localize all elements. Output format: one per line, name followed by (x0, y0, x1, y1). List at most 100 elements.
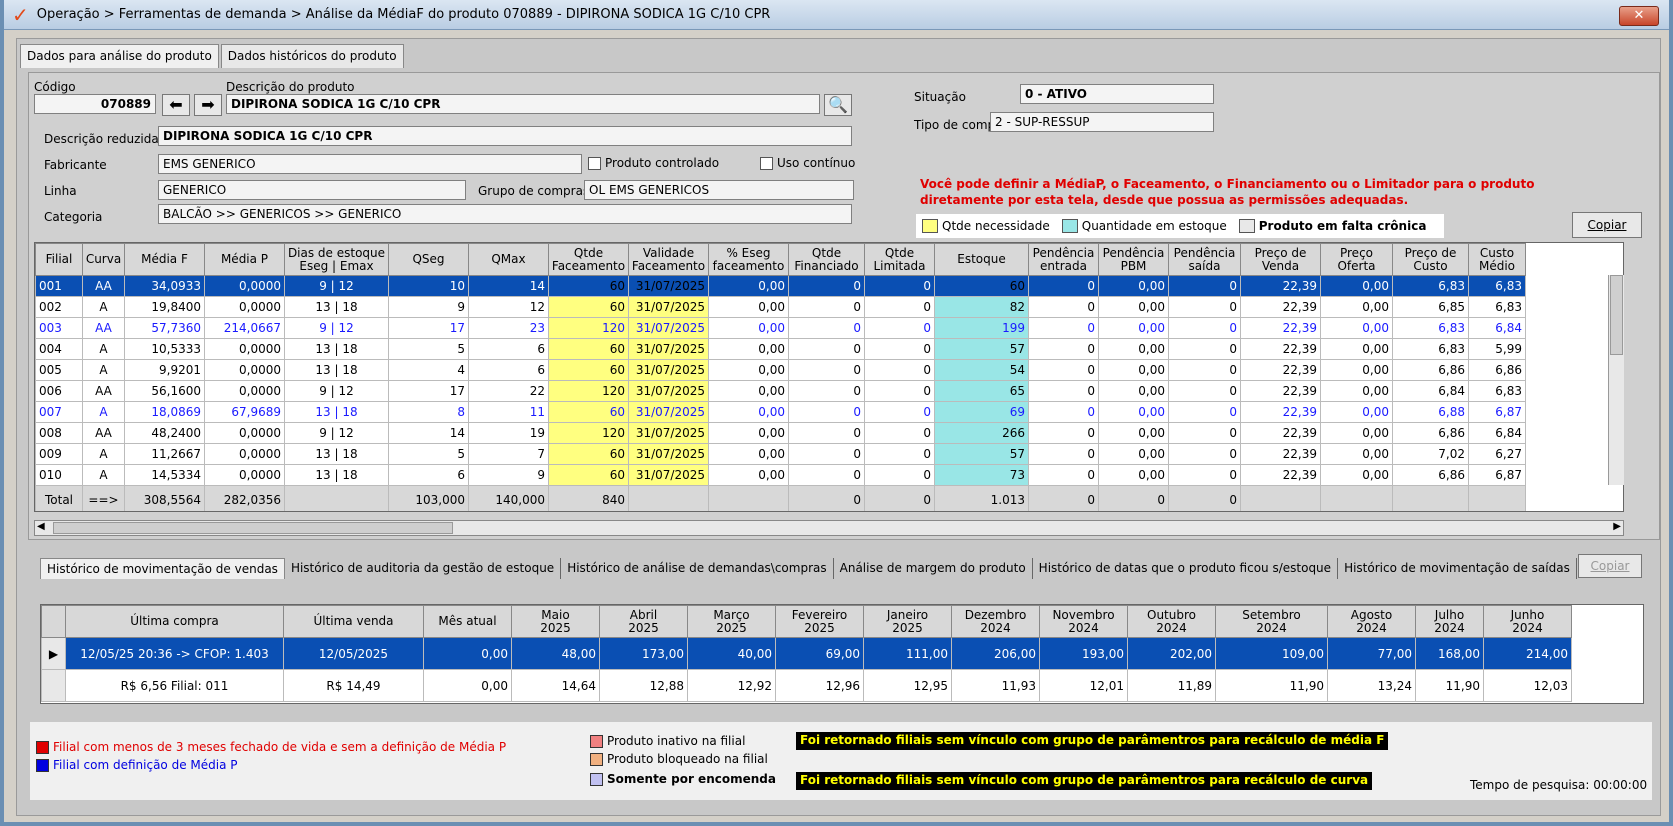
column-header[interactable]: Preço de Venda (1240, 243, 1321, 276)
table-cell[interactable]: 60 (548, 338, 629, 360)
column-header[interactable]: Preço Oferta (1320, 243, 1393, 276)
history-tab[interactable]: Histórico de movimentação de saídas (1338, 558, 1577, 579)
table-cell[interactable]: 22,39 (1240, 401, 1321, 423)
history-cell[interactable]: 12,03 (1483, 669, 1572, 702)
table-cell[interactable]: 6,86 (1468, 359, 1526, 381)
column-header[interactable]: Curva (82, 243, 125, 276)
table-cell[interactable]: 6,83 (1392, 317, 1469, 339)
table-cell[interactable]: 0,00 (708, 380, 789, 402)
search-product-button[interactable]: 🔍 (824, 94, 852, 116)
table-row[interactable]: 004 A 10,5333 0,0000 13 | 18 5 6 60 31/07/2025 0,… (35, 338, 1526, 360)
column-header[interactable]: Qtde Limitada (864, 243, 935, 276)
history-cell[interactable]: 77,00 (1327, 637, 1416, 670)
table-cell[interactable]: 0 (864, 296, 935, 318)
history-cell[interactable]: R$ 6,56 Filial: 011 (65, 669, 284, 702)
history-cell[interactable]: 173,00 (599, 637, 688, 670)
table-cell[interactable]: 31/07/2025 (628, 380, 709, 402)
table-cell[interactable]: A (82, 464, 125, 486)
table-cell[interactable]: 010 (35, 464, 83, 486)
column-header[interactable]: Fevereiro 2025 (775, 605, 864, 638)
table-cell[interactable]: 0 (788, 443, 865, 465)
table-cell[interactable]: 0,00 (1320, 422, 1393, 444)
table-cell[interactable]: 0,00 (1098, 317, 1169, 339)
table-cell[interactable]: 60 (548, 401, 629, 423)
table-cell[interactable]: 9 (388, 296, 469, 318)
table-cell[interactable]: 0 (788, 317, 865, 339)
table-cell[interactable]: 5 (388, 338, 469, 360)
fabricante-field[interactable]: EMS GENERICO (158, 154, 582, 174)
table-cell[interactable]: 0 (1168, 464, 1241, 486)
table-cell[interactable]: 0,0000 (204, 296, 285, 318)
table-cell[interactable]: 8 (388, 401, 469, 423)
column-header[interactable]: Pendência entrada (1028, 243, 1099, 276)
table-cell[interactable]: 12 (468, 296, 549, 318)
table-cell[interactable]: 0,00 (708, 464, 789, 486)
table-row[interactable]: 009 A 11,2667 0,0000 13 | 18 5 7 60 31/07/2025 0,… (35, 443, 1526, 465)
column-header[interactable]: Dezembro 2024 (951, 605, 1040, 638)
history-cell[interactable]: 0,00 (423, 669, 512, 702)
table-row[interactable]: 008 AA 48,2400 0,0000 9 | 12 14 19 120 31/07/202… (35, 422, 1526, 444)
table-cell[interactable]: 69 (934, 401, 1029, 423)
grid-horizontal-scrollbar[interactable]: ◀ ▶ (34, 520, 1624, 536)
situacao-field[interactable]: 0 - ATIVO (1020, 84, 1214, 104)
table-cell[interactable]: 001 (35, 275, 83, 297)
column-header[interactable]: Pendência PBM (1098, 243, 1169, 276)
table-cell[interactable]: 0,00 (1320, 275, 1393, 297)
table-cell[interactable]: 0,00 (708, 359, 789, 381)
table-cell[interactable]: 0 (788, 296, 865, 318)
table-cell[interactable]: 0 (864, 359, 935, 381)
table-cell[interactable]: 0,0000 (204, 443, 285, 465)
table-cell[interactable]: 0 (1028, 359, 1099, 381)
table-cell[interactable]: 19 (468, 422, 549, 444)
tab-dados-historicos[interactable]: Dados históricos do produto (220, 44, 404, 68)
table-cell[interactable]: 266 (934, 422, 1029, 444)
table-cell[interactable]: AA (82, 380, 125, 402)
column-header[interactable]: Janeiro 2025 (863, 605, 952, 638)
table-cell[interactable]: 0,00 (708, 275, 789, 297)
table-cell[interactable]: 17 (388, 380, 469, 402)
history-tab[interactable]: Histórico de datas que o produto ficou s… (1033, 558, 1339, 579)
column-header[interactable]: Média F (124, 243, 205, 276)
previous-product-button[interactable]: ⬅ (162, 94, 190, 116)
history-cell[interactable]: 11,89 (1127, 669, 1216, 702)
table-cell[interactable]: 0 (788, 401, 865, 423)
table-cell[interactable]: 13 | 18 (284, 401, 389, 423)
table-cell[interactable]: 65 (934, 380, 1029, 402)
table-cell[interactable]: 006 (35, 380, 83, 402)
table-row[interactable]: 002 A 19,8400 0,0000 13 | 18 9 12 60 31/07/2025 0… (35, 296, 1526, 318)
table-cell[interactable]: 7,02 (1392, 443, 1469, 465)
table-cell[interactable]: 22,39 (1240, 296, 1321, 318)
table-cell[interactable]: 008 (35, 422, 83, 444)
table-cell[interactable]: A (82, 359, 125, 381)
column-header[interactable]: Dias de estoque Eseg | Emax (284, 243, 389, 276)
table-cell[interactable]: 22 (468, 380, 549, 402)
table-cell[interactable]: 6,84 (1392, 380, 1469, 402)
table-cell[interactable]: 120 (548, 317, 629, 339)
table-cell[interactable]: 10,5333 (124, 338, 205, 360)
table-cell[interactable]: 0 (1028, 317, 1099, 339)
table-cell[interactable]: 9 | 12 (284, 422, 389, 444)
history-cell[interactable]: 69,00 (775, 637, 864, 670)
table-cell[interactable]: 6,86 (1392, 359, 1469, 381)
table-cell[interactable]: 60 (548, 296, 629, 318)
table-cell[interactable]: 31/07/2025 (628, 401, 709, 423)
column-header[interactable]: Qtde Financiado (788, 243, 865, 276)
table-cell[interactable]: A (82, 401, 125, 423)
column-header[interactable]: Última compra (65, 605, 284, 638)
table-cell[interactable]: 0 (864, 464, 935, 486)
table-cell[interactable]: 11,2667 (124, 443, 205, 465)
table-cell[interactable]: 0,00 (1320, 443, 1393, 465)
table-row[interactable]: 010 A 14,5334 0,0000 13 | 18 6 9 60 31/07/2025 0,… (35, 464, 1526, 486)
table-cell[interactable]: 0 (864, 338, 935, 360)
table-cell[interactable]: A (82, 338, 125, 360)
table-cell[interactable]: 18,0869 (124, 401, 205, 423)
table-cell[interactable]: 0 (864, 422, 935, 444)
table-cell[interactable]: 31/07/2025 (628, 338, 709, 360)
table-cell[interactable]: 0,00 (1098, 443, 1169, 465)
column-header[interactable]: Abril 2025 (599, 605, 688, 638)
table-cell[interactable]: 0 (1028, 443, 1099, 465)
column-header[interactable]: Mês atual (423, 605, 512, 638)
column-header[interactable]: Junho 2024 (1483, 605, 1572, 638)
grupo-compras-field[interactable]: OL EMS GENERICOS (584, 180, 854, 200)
table-cell[interactable]: 57 (934, 338, 1029, 360)
